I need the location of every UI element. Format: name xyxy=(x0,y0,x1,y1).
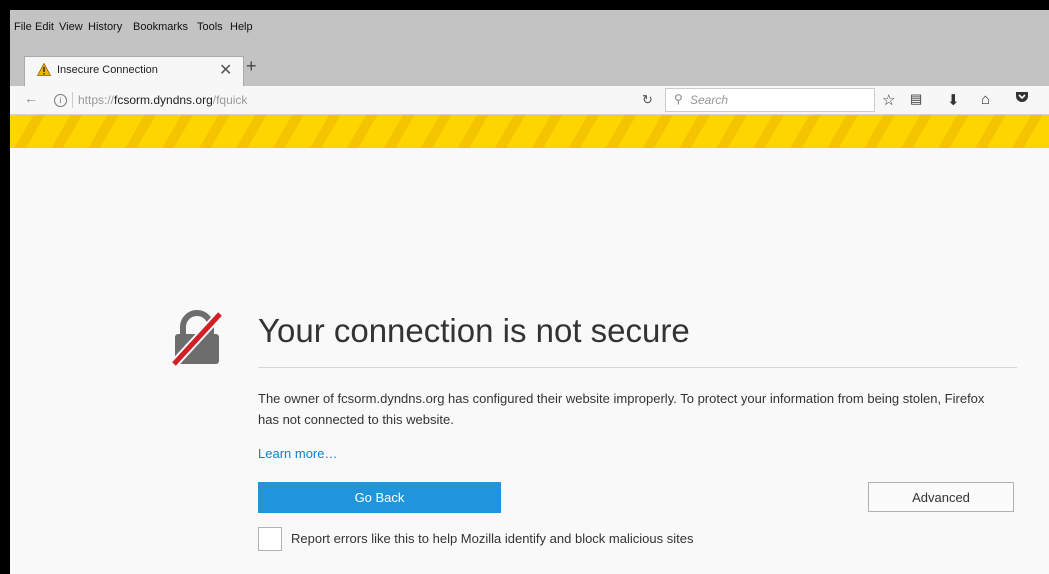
info-icon[interactable]: i xyxy=(54,94,67,107)
reader-list-icon[interactable]: ▤ xyxy=(910,91,922,107)
url-path: /fquick xyxy=(212,93,248,107)
error-description: The owner of fcsorm.dyndns.org has confi… xyxy=(258,391,985,427)
report-errors-checkbox[interactable] xyxy=(258,527,282,551)
error-title: Your connection is not secure xyxy=(258,312,690,349)
url-prefix: https:// xyxy=(78,93,115,107)
url-separator xyxy=(72,92,73,108)
menu-view[interactable]: View xyxy=(59,21,83,33)
search-icon: ⚲ xyxy=(674,92,683,106)
warning-stripe xyxy=(10,115,1049,148)
url-host: fcsorm.dyndns.org xyxy=(114,93,213,107)
home-icon[interactable]: ⌂ xyxy=(981,91,990,108)
reload-icon[interactable]: ↻ xyxy=(642,92,653,108)
title-divider xyxy=(258,367,1017,368)
tab-insecure-connection[interactable]: Insecure Connection ✕ xyxy=(24,56,244,89)
download-icon[interactable]: ⬇ xyxy=(947,91,960,109)
close-tab-icon[interactable]: ✕ xyxy=(219,60,232,80)
pocket-icon[interactable] xyxy=(1015,91,1029,108)
menu-tools[interactable]: Tools xyxy=(197,21,223,33)
tab-title: Insecure Connection xyxy=(57,64,158,76)
search-placeholder: Search xyxy=(690,93,729,107)
browser-window: File Edit View History Bookmarks Tools H… xyxy=(10,10,1049,574)
menu-history[interactable]: History xyxy=(88,21,122,33)
advanced-button[interactable]: Advanced xyxy=(868,482,1014,512)
navigation-bar: ← i https://fcsorm.dyndns.org/fquick ↻ ⚲… xyxy=(10,86,1049,115)
menu-edit[interactable]: Edit xyxy=(35,21,54,33)
new-tab-icon[interactable]: + xyxy=(246,56,257,77)
menu-bar: File Edit View History Bookmarks Tools H… xyxy=(10,10,1049,38)
broken-lock-icon xyxy=(170,310,224,366)
tab-strip: Insecure Connection ✕ + xyxy=(10,38,1049,89)
learn-more-link[interactable]: Learn more… xyxy=(258,446,337,461)
menu-file[interactable]: File xyxy=(14,21,32,33)
warning-icon xyxy=(37,63,51,76)
menu-help[interactable]: Help xyxy=(230,21,253,33)
report-errors-label: Report errors like this to help Mozilla … xyxy=(291,531,694,546)
go-back-button[interactable]: Go Back xyxy=(258,482,501,513)
url-bar[interactable]: https://fcsorm.dyndns.org/fquick xyxy=(78,93,247,107)
search-input[interactable]: ⚲ Search xyxy=(665,88,875,112)
star-icon[interactable]: ☆ xyxy=(882,91,895,109)
menu-bookmarks[interactable]: Bookmarks xyxy=(133,21,188,33)
back-arrow-icon[interactable]: ← xyxy=(24,90,38,106)
